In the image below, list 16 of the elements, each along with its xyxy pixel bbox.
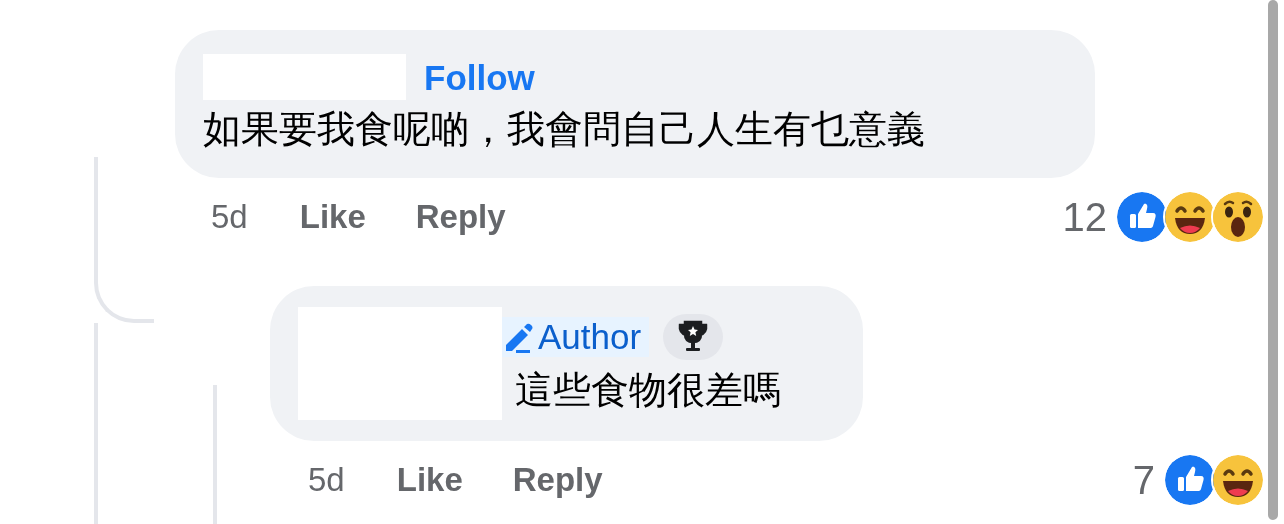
reaction-count[interactable]: 7: [1132, 460, 1155, 500]
trophy-icon: [677, 319, 710, 354]
comment-text: 這些食物很差嗎: [514, 367, 781, 413]
follow-link[interactable]: Follow: [424, 59, 535, 95]
laughing-face-icon: [1211, 453, 1265, 507]
author-badge: Author: [502, 316, 650, 357]
comment-time: 5d: [308, 460, 345, 501]
surprised-face-icon: [1211, 190, 1265, 244]
action-link[interactable]: Like: [396, 455, 463, 505]
action-link[interactable]: Like: [299, 192, 366, 242]
comment-text: 如果要我食呢啲，我會問自己人生有乜意義: [203, 107, 925, 152]
action-link[interactable]: Reply: [512, 455, 603, 505]
comment-time: 5d: [211, 197, 248, 238]
reaction-count[interactable]: 12: [1062, 197, 1107, 237]
action-link[interactable]: Reply: [415, 192, 506, 242]
scrollbar[interactable]: [1268, 0, 1278, 520]
